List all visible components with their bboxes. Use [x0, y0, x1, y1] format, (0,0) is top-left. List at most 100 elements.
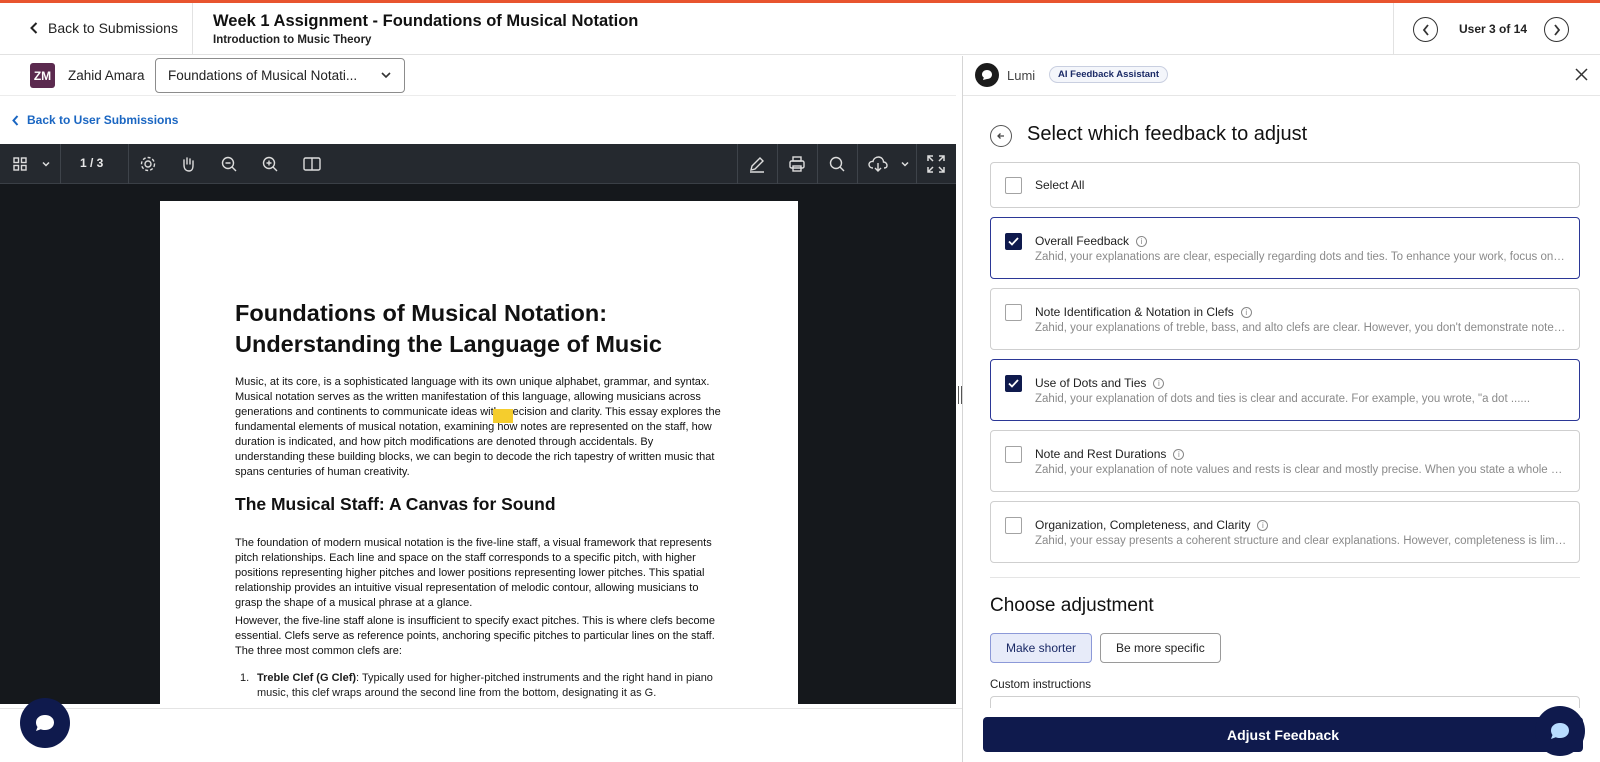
toolbar-divider [916, 144, 917, 184]
avatar: ZM [30, 63, 55, 88]
sticky-note-annotation[interactable] [493, 409, 513, 423]
back-arrow-button[interactable] [990, 125, 1012, 147]
info-icon[interactable]: i [1136, 235, 1148, 247]
chevron-right-icon [1553, 23, 1560, 36]
lumi-name: Lumi [1007, 68, 1036, 83]
feedback-label: Organization, Completeness, and Clarity [1035, 518, 1251, 532]
lumi-panel: Lumi AI Feedback Assistant Select which … [963, 56, 1600, 762]
chevron-down-icon[interactable] [34, 152, 58, 176]
select-all-option[interactable]: Select All [990, 162, 1580, 208]
adjustment-heading: Choose adjustment [990, 595, 1154, 616]
feedback-item[interactable]: Organization, Completeness, and Clarity … [990, 501, 1580, 563]
page-layout-icon[interactable] [300, 152, 324, 176]
adjust-feedback-button[interactable]: Adjust Feedback [983, 717, 1583, 752]
back-to-submissions-label: Back to Submissions [48, 20, 178, 36]
lumi-chat-button[interactable] [1535, 706, 1585, 756]
info-icon[interactable]: i [1257, 519, 1269, 531]
checkmark-icon [1008, 379, 1019, 388]
section-divider [990, 577, 1580, 578]
viewer-toolbar: 1 / 3 [0, 144, 956, 184]
toolbar-divider [817, 144, 818, 184]
be-more-specific-button[interactable]: Be more specific [1100, 633, 1221, 663]
search-icon[interactable] [825, 152, 849, 176]
chevron-left-icon [30, 22, 38, 34]
close-icon[interactable] [1575, 68, 1588, 86]
feedback-description: Zahid, your explanation of dots and ties… [1035, 393, 1531, 405]
next-user-button[interactable] [1544, 17, 1569, 42]
page-indicator: 1 / 3 [80, 156, 104, 170]
chevron-down-icon[interactable] [893, 152, 917, 176]
feedback-label: Note Identification & Notation in Clefs [1035, 305, 1234, 319]
toolbar-divider [857, 144, 858, 184]
print-icon[interactable] [785, 152, 809, 176]
submission-panel: ZM Zahid Amara Foundations of Musical No… [0, 56, 956, 762]
feedback-label-row: Overall Feedback i [1035, 234, 1148, 248]
info-icon[interactable]: i [1153, 377, 1165, 389]
thumbnails-grid-icon[interactable] [8, 152, 32, 176]
course-name: Introduction to Music Theory [213, 34, 372, 46]
feedback-item[interactable]: Note Identification & Notation in Clefs … [990, 288, 1580, 350]
feedback-label-row: Use of Dots and Ties i [1035, 376, 1165, 390]
document-title: Foundations of Musical Notation: Underst… [235, 300, 662, 357]
user-row: ZM Zahid Amara Foundations of Musical No… [0, 56, 956, 96]
feedback-checkbox[interactable] [1005, 375, 1022, 392]
feedback-label: Note and Rest Durations [1035, 447, 1167, 461]
select-all-checkbox[interactable] [1005, 177, 1022, 194]
list-item-number: 1. [240, 672, 250, 684]
feedback-description: Zahid, your explanations of treble, bass… [1035, 322, 1567, 334]
document-select-value: Foundations of Musical Notati... [168, 68, 358, 83]
header-divider [192, 3, 193, 55]
previous-user-button[interactable] [1413, 17, 1438, 42]
section-heading: The Musical Staff: A Canvas for Sound [235, 494, 556, 514]
feedback-checkbox[interactable] [1005, 233, 1022, 250]
feedback-item[interactable]: Note and Rest Durations i Zahid, your ex… [990, 430, 1580, 492]
document-select[interactable]: Foundations of Musical Notati... [155, 58, 405, 93]
info-icon[interactable]: i [1173, 448, 1185, 460]
adjust-footer: Adjust Feedback [963, 708, 1600, 762]
toolbar-divider [737, 144, 738, 184]
feedback-item[interactable]: Use of Dots and Ties i Zahid, your expla… [990, 359, 1580, 421]
fullscreen-icon[interactable] [924, 152, 948, 176]
feedback-label: Overall Feedback [1035, 234, 1130, 248]
lumi-header: Lumi AI Feedback Assistant [963, 56, 1600, 96]
make-shorter-button[interactable]: Make shorter [990, 633, 1093, 663]
panel-title: Select which feedback to adjust [1027, 123, 1308, 145]
feedback-label-row: Note Identification & Notation in Clefs … [1035, 305, 1252, 319]
chat-launcher-button[interactable] [20, 698, 70, 748]
toolbar-divider [60, 144, 61, 184]
feedback-checkbox[interactable] [1005, 446, 1022, 463]
document-viewer[interactable]: Foundations of Musical Notation: Underst… [0, 184, 956, 704]
feedback-label-row: Note and Rest Durations i [1035, 447, 1185, 461]
chevron-down-icon [381, 72, 391, 79]
feedback-description: Zahid, your essay presents a coherent st… [1035, 535, 1567, 547]
list-item: 1. Treble Clef (G Clef): Typically used … [235, 671, 725, 701]
back-to-user-submissions-link[interactable]: Back to User Submissions [12, 113, 178, 127]
header-divider [1393, 3, 1394, 55]
chevron-left-icon [1422, 23, 1429, 36]
cloud-download-icon[interactable] [866, 152, 890, 176]
zoom-in-icon[interactable] [258, 152, 282, 176]
zoom-out-icon[interactable] [217, 152, 241, 176]
lumi-logo-icon [975, 63, 999, 87]
document-page: Foundations of Musical Notation: Underst… [160, 201, 798, 704]
intro-paragraph: Music, at its core, is a sophisticated l… [235, 376, 721, 478]
feedback-item[interactable]: Overall Feedback i Zahid, your explanati… [990, 217, 1580, 279]
settings-gear-icon[interactable] [136, 152, 160, 176]
arrow-left-icon [997, 133, 1004, 139]
ai-assistant-badge: AI Feedback Assistant [1049, 66, 1169, 83]
feedback-checkbox[interactable] [1005, 304, 1022, 321]
chat-bubble-icon [1551, 723, 1569, 739]
user-counter: User 3 of 14 [1459, 22, 1528, 36]
custom-instructions-label: Custom instructions [990, 679, 1091, 691]
header: Back to Submissions Week 1 Assignment - … [0, 3, 1600, 55]
hand-pan-icon[interactable] [176, 152, 200, 176]
checkmark-icon [1008, 237, 1019, 246]
toolbar-divider [128, 144, 129, 184]
back-to-submissions-link[interactable]: Back to Submissions [30, 20, 178, 36]
feedback-checkbox[interactable] [1005, 517, 1022, 534]
feedback-label: Use of Dots and Ties [1035, 376, 1147, 390]
info-icon[interactable]: i [1240, 306, 1252, 318]
assignment-title: Week 1 Assignment - Foundations of Music… [213, 12, 639, 30]
annotate-pen-icon[interactable] [745, 152, 769, 176]
clef-list: 1. Treble Clef (G Clef): Typically used … [235, 671, 725, 701]
